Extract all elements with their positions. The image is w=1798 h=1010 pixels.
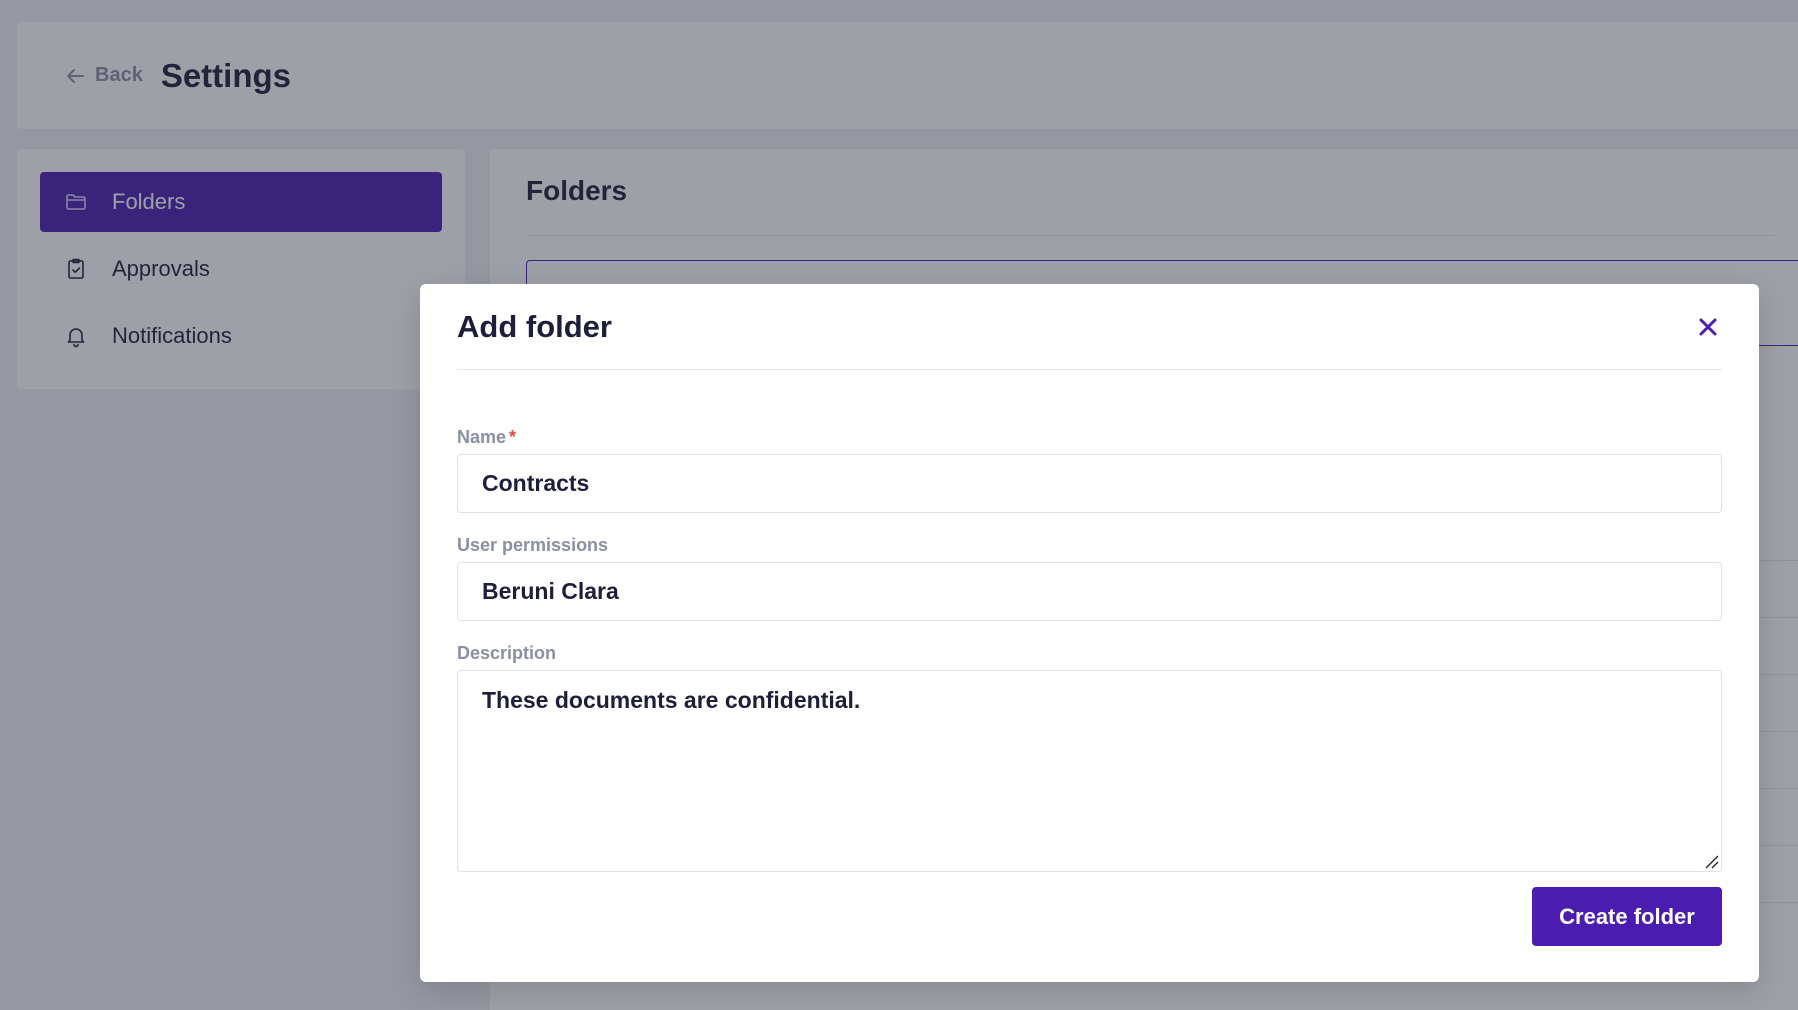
required-mark: * [509, 427, 517, 447]
name-field: Name * Contracts [457, 427, 1722, 513]
settings-page: Back Settings Folders Approvals Notifica… [0, 0, 1798, 1010]
name-input-value: Contracts [482, 470, 590, 496]
description-label: Description [457, 643, 557, 663]
name-label: Name * [457, 427, 1722, 448]
description-textarea[interactable]: These documents are confidential. [457, 670, 1722, 872]
add-folder-modal: Add folder Name * Contracts User permissi… [420, 284, 1759, 982]
permissions-label: User permissions [457, 535, 609, 555]
permissions-input-value: Beruni Clara [482, 578, 619, 604]
permissions-field: User permissions Beruni Clara [457, 535, 1722, 621]
create-folder-button[interactable]: Create folder [1532, 887, 1722, 946]
close-button[interactable] [1694, 313, 1722, 341]
permissions-input[interactable]: Beruni Clara [457, 562, 1722, 621]
description-value: These documents are confidential. [482, 687, 861, 713]
resize-handle-icon[interactable] [1703, 853, 1719, 869]
name-label-text: Name [457, 427, 507, 447]
modal-header: Add folder [457, 284, 1722, 370]
name-input[interactable]: Contracts [457, 454, 1722, 513]
description-field: Description These documents are confiden… [457, 643, 1722, 872]
modal-title: Add folder [457, 308, 612, 344]
close-icon [1699, 318, 1717, 335]
